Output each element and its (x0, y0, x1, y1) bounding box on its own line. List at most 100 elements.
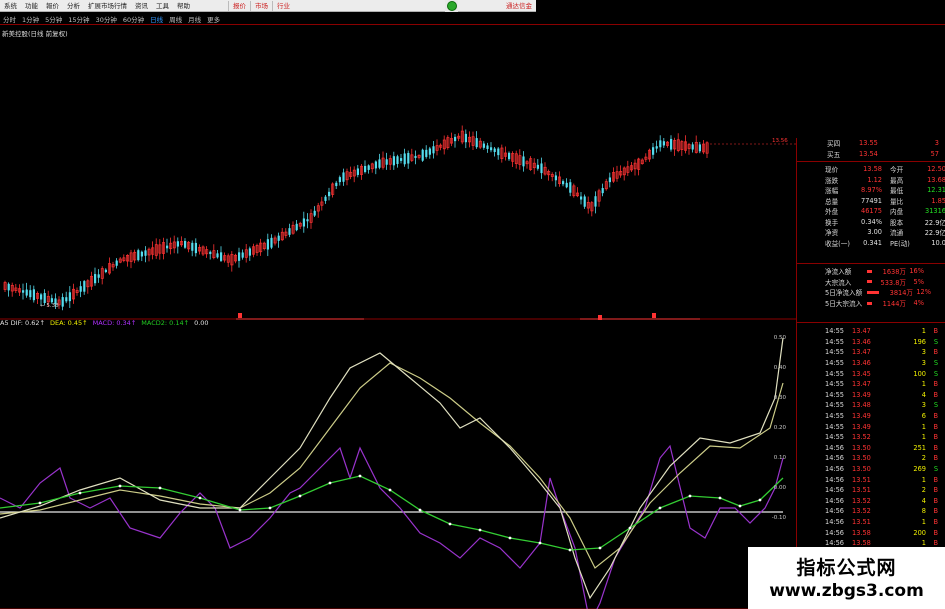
tick-price: 13.50 (852, 443, 871, 452)
stat-value: 46175 (861, 207, 882, 216)
tick-price: 13.52 (852, 496, 871, 505)
quick-tabs: 报价 市场 行业 (228, 1, 294, 11)
tick-volume: 3 (921, 348, 926, 357)
candle-body (29, 290, 32, 298)
stats-row: 涨跌 1.12 最高 13.68 (797, 175, 945, 186)
candle-body (115, 260, 118, 266)
legend-zero: 0.00 (194, 319, 209, 327)
order-row: 买五 13.54 57 (797, 149, 939, 160)
tick-volume: 251 (913, 443, 926, 452)
tick-time: 14:55 (825, 433, 845, 442)
candle-body (698, 144, 701, 152)
candle-body (40, 294, 43, 300)
tick-side: B (933, 507, 938, 516)
tick-row: 14:55 13.49 1 B (797, 421, 945, 432)
order-price: 13.55 (859, 139, 878, 148)
menu-item-extended-market[interactable]: 扩展市场行情 (84, 1, 131, 11)
stats-row: 外盘 46175 内盘 31316 (797, 206, 945, 217)
tick-price: 13.52 (852, 507, 871, 516)
tick-price: 13.58 (852, 539, 871, 548)
candle-body (569, 182, 572, 193)
watermark-title: 指标公式网 (796, 557, 897, 579)
event-marker (652, 313, 656, 318)
tick-time: 14:55 (825, 380, 845, 389)
tick-price: 13.47 (852, 327, 871, 336)
candle-body (342, 172, 345, 182)
menu-item-quote[interactable]: 報价 (42, 1, 63, 11)
candle-body (385, 159, 388, 165)
legend-macd: MACD: 0.34↑ (92, 319, 137, 327)
menu-bar: 系统 功能 報价 分析 扩展市场行情 资讯 工具 帮助 报价 市场 行业 通达信… (0, 0, 536, 12)
tick-volume: 4 (921, 496, 926, 505)
menu-item-help[interactable]: 帮助 (173, 1, 194, 11)
flow-label: 净流入额 (825, 268, 852, 277)
stats-row: 涨幅 8.97% 最低 12.31 (797, 185, 945, 196)
candle-body (364, 165, 367, 173)
macd2-dot (658, 506, 662, 510)
tick-row: 14:56 13.51 2 B (797, 485, 945, 496)
tick-time: 14:55 (825, 422, 845, 431)
tick-list[interactable]: 14:55 13.47 1 B 14:55 13.46 196 S 14:55 13.47 3 B 14… (797, 326, 945, 548)
menu-item-analysis[interactable]: 分析 (63, 1, 84, 11)
candle-body (601, 188, 604, 194)
tick-side: B (933, 390, 938, 399)
stat-label: 外盘 (825, 208, 839, 217)
candle-body (662, 141, 665, 146)
menu-item-system[interactable]: 系统 (0, 1, 21, 11)
candle-body (454, 136, 457, 142)
event-marker (238, 313, 242, 318)
tick-side: S (933, 359, 938, 368)
macd2-dot (508, 536, 512, 540)
menu-item-tools[interactable]: 工具 (152, 1, 173, 11)
tick-time: 14:56 (825, 528, 845, 537)
tick-row: 14:56 13.58 200 B (797, 527, 945, 538)
tick-price: 13.51 (852, 486, 871, 495)
stat-value: 22.9亿 (924, 218, 945, 227)
candle-body (61, 297, 64, 307)
stats-row: 换手 0.34% 股本 22.9亿 (797, 217, 945, 228)
order-book: 买四 13.55 3 买五 13.54 57 (797, 138, 939, 159)
flow-percent: 16% (909, 267, 924, 276)
candle-body (508, 152, 511, 160)
stats-row: 净资 3.00 流通 22.9亿 (797, 227, 945, 238)
candle-body (194, 242, 197, 254)
stat-label: 收益(一) (825, 239, 850, 248)
candle-body (238, 252, 241, 261)
top-right-link[interactable]: 通达信金 (506, 1, 532, 11)
macd2-dot (198, 496, 202, 500)
flow-row: 5日净流入额 3814万 12% (797, 287, 945, 298)
menu-item-news[interactable]: 资讯 (131, 1, 152, 11)
tick-volume: 6 (921, 412, 926, 421)
tick-row: 14:56 13.50 2 B (797, 453, 945, 464)
order-label: 买四 (827, 140, 841, 149)
tick-time: 14:56 (825, 517, 845, 526)
candle-body (140, 251, 143, 257)
candle-body (583, 196, 586, 207)
tick-volume: 196 (913, 337, 926, 346)
candle-body (580, 196, 583, 200)
candle-body (25, 289, 28, 296)
quick-tab-quote[interactable]: 报价 (228, 1, 250, 11)
candle-body (659, 140, 662, 148)
flow-percent: 5% (913, 277, 924, 286)
candle-body (428, 148, 431, 155)
quick-tab-market[interactable]: 市场 (250, 1, 272, 11)
tick-side: B (933, 443, 938, 452)
stat-label: 净资 (825, 229, 839, 238)
order-row: 买四 13.55 3 (797, 138, 939, 149)
candle-body (367, 165, 370, 170)
macd2-dot (448, 522, 452, 526)
candle-body (403, 153, 406, 165)
stat-label: 现价 (825, 166, 839, 175)
flow-bar (867, 280, 872, 284)
candle-body (184, 240, 187, 248)
flow-value: 1638万 (882, 268, 906, 277)
tick-side: B (933, 454, 938, 463)
quick-tab-industry[interactable]: 行业 (272, 1, 294, 11)
flow-value: 1144万 (882, 300, 906, 309)
stat-value: 10.0 (931, 238, 945, 247)
tick-row: 14:55 13.45 100 S (797, 368, 945, 379)
tick-volume: 2 (921, 486, 926, 495)
macd2-dot (358, 474, 362, 478)
menu-item-function[interactable]: 功能 (21, 1, 42, 11)
